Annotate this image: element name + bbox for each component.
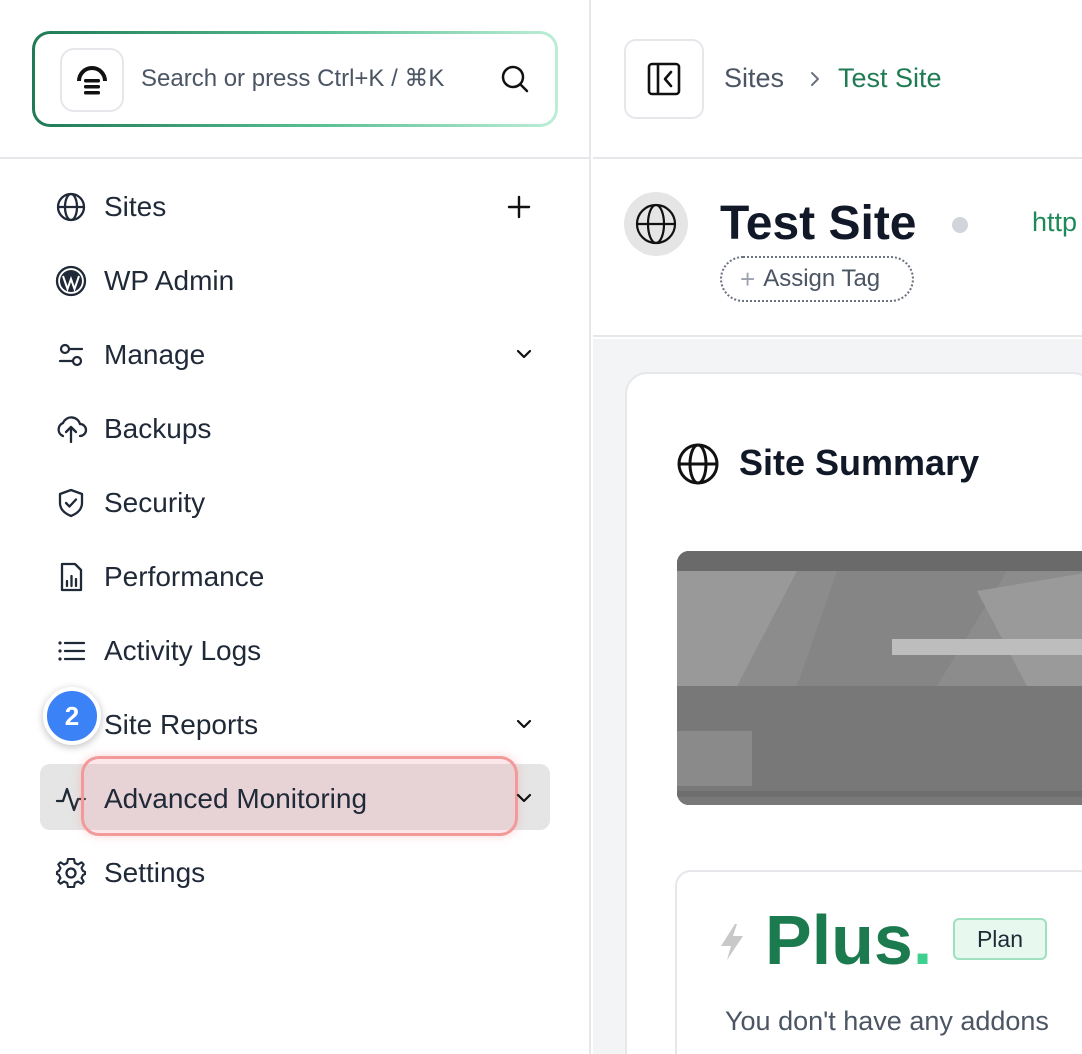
sidebar-item-label: WP Admin xyxy=(104,265,235,296)
chevron-down-icon[interactable] xyxy=(514,344,534,364)
app-logo[interactable] xyxy=(60,48,124,112)
plan-card: Plus. Plan You don't have any addons xyxy=(675,870,1082,1054)
sidebar-item-site-reports[interactable]: Site Reports xyxy=(40,690,550,756)
sidebar-item-settings[interactable]: Settings xyxy=(40,838,550,904)
sidebar-item-label: Performance xyxy=(104,561,265,592)
sidebar-item-activity-logs[interactable]: Activity Logs xyxy=(40,616,550,682)
globe-icon xyxy=(56,192,86,222)
globe-icon xyxy=(677,443,719,485)
collapse-sidebar-button[interactable] xyxy=(624,39,704,119)
step-badge: 2 xyxy=(43,687,101,745)
search-bar[interactable]: Search or press Ctrl+K / ⌘K xyxy=(32,31,558,127)
lightning-icon xyxy=(721,924,743,960)
plan-description: You don't have any addons xyxy=(725,1006,1049,1036)
main-content: Sites Test Site Test Site http + Assign … xyxy=(593,0,1082,1054)
search-input[interactable]: Search or press Ctrl+K / ⌘K xyxy=(141,64,444,93)
search-icon[interactable] xyxy=(498,62,532,96)
site-preview-image[interactable] xyxy=(677,551,1082,805)
chevron-right-icon xyxy=(811,72,819,86)
sidebar-item-label: Settings xyxy=(104,857,206,888)
sidebar-item-label: Site Reports xyxy=(104,709,259,740)
card-title: Site Summary xyxy=(739,442,980,483)
assign-tag-label: Assign Tag xyxy=(763,265,881,292)
sidebar-item-security[interactable]: Security xyxy=(40,468,550,534)
content-area: Site Summary Plus. Plan You don't have a… xyxy=(593,339,1082,1054)
gear-icon xyxy=(55,857,87,889)
sidebar-item-label: Advanced Monitoring xyxy=(104,783,368,814)
plus-icon: + xyxy=(740,263,756,294)
chevron-down-icon[interactable] xyxy=(514,714,534,734)
sidebar-item-label: Backups xyxy=(104,413,212,444)
list-icon xyxy=(58,641,86,661)
shield-check-icon xyxy=(58,488,84,518)
sidebar-item-sites[interactable]: Sites xyxy=(40,172,550,238)
sidebar-item-label: Manage xyxy=(104,339,206,370)
sliders-icon xyxy=(58,343,84,367)
breadcrumb-current: Test Site xyxy=(838,63,942,93)
assign-tag-button[interactable]: + Assign Tag xyxy=(720,256,914,302)
cloud-upload-icon xyxy=(57,416,88,444)
add-site-icon[interactable] xyxy=(506,194,532,220)
sidebar-divider xyxy=(0,157,591,159)
site-summary-card: Site Summary Plus. Plan You don't have a… xyxy=(625,372,1082,1054)
globe-icon xyxy=(635,203,677,245)
sidebar-item-advanced-monitoring[interactable]: Advanced Monitoring xyxy=(40,756,550,836)
sidebar-item-wp-admin[interactable]: WP Admin xyxy=(40,246,550,312)
page-title: Test Site xyxy=(720,197,917,250)
sidebar-item-backups[interactable]: Backups xyxy=(40,394,550,460)
sidebar-item-label: Activity Logs xyxy=(104,635,262,666)
site-header: Test Site http + Assign Tag xyxy=(593,161,1082,337)
plan-name-dot: . xyxy=(912,901,933,979)
search-bar-inner: Search or press Ctrl+K / ⌘K xyxy=(35,34,555,124)
status-dot xyxy=(952,217,968,233)
sidebar-nav: Sites WP Admin Manage Backups Security P… xyxy=(40,172,550,912)
plan-name: Plus. xyxy=(765,900,932,980)
sidebar-collapse-icon xyxy=(647,62,681,96)
wordpress-icon xyxy=(55,265,87,297)
plan-badge: Plan xyxy=(953,918,1047,960)
sidebar: Search or press Ctrl+K / ⌘K Sites WP Adm… xyxy=(0,0,591,1054)
sidebar-item-performance[interactable]: Performance xyxy=(40,542,550,608)
sidebar-item-manage[interactable]: Manage xyxy=(40,320,550,386)
sidebar-item-label: Security xyxy=(104,487,206,518)
chevron-down-icon[interactable] xyxy=(514,788,534,808)
topbar: Sites Test Site xyxy=(593,0,1082,159)
site-url-link[interactable]: http xyxy=(1032,207,1077,238)
sidebar-item-label: Sites xyxy=(104,191,167,222)
breadcrumb-sites[interactable]: Sites xyxy=(724,63,784,94)
logo-icon xyxy=(77,66,107,95)
site-avatar xyxy=(624,192,688,256)
plan-name-text: Plus xyxy=(765,901,913,979)
report-chart-icon xyxy=(60,562,83,592)
site-preview-graphic xyxy=(677,551,1082,805)
